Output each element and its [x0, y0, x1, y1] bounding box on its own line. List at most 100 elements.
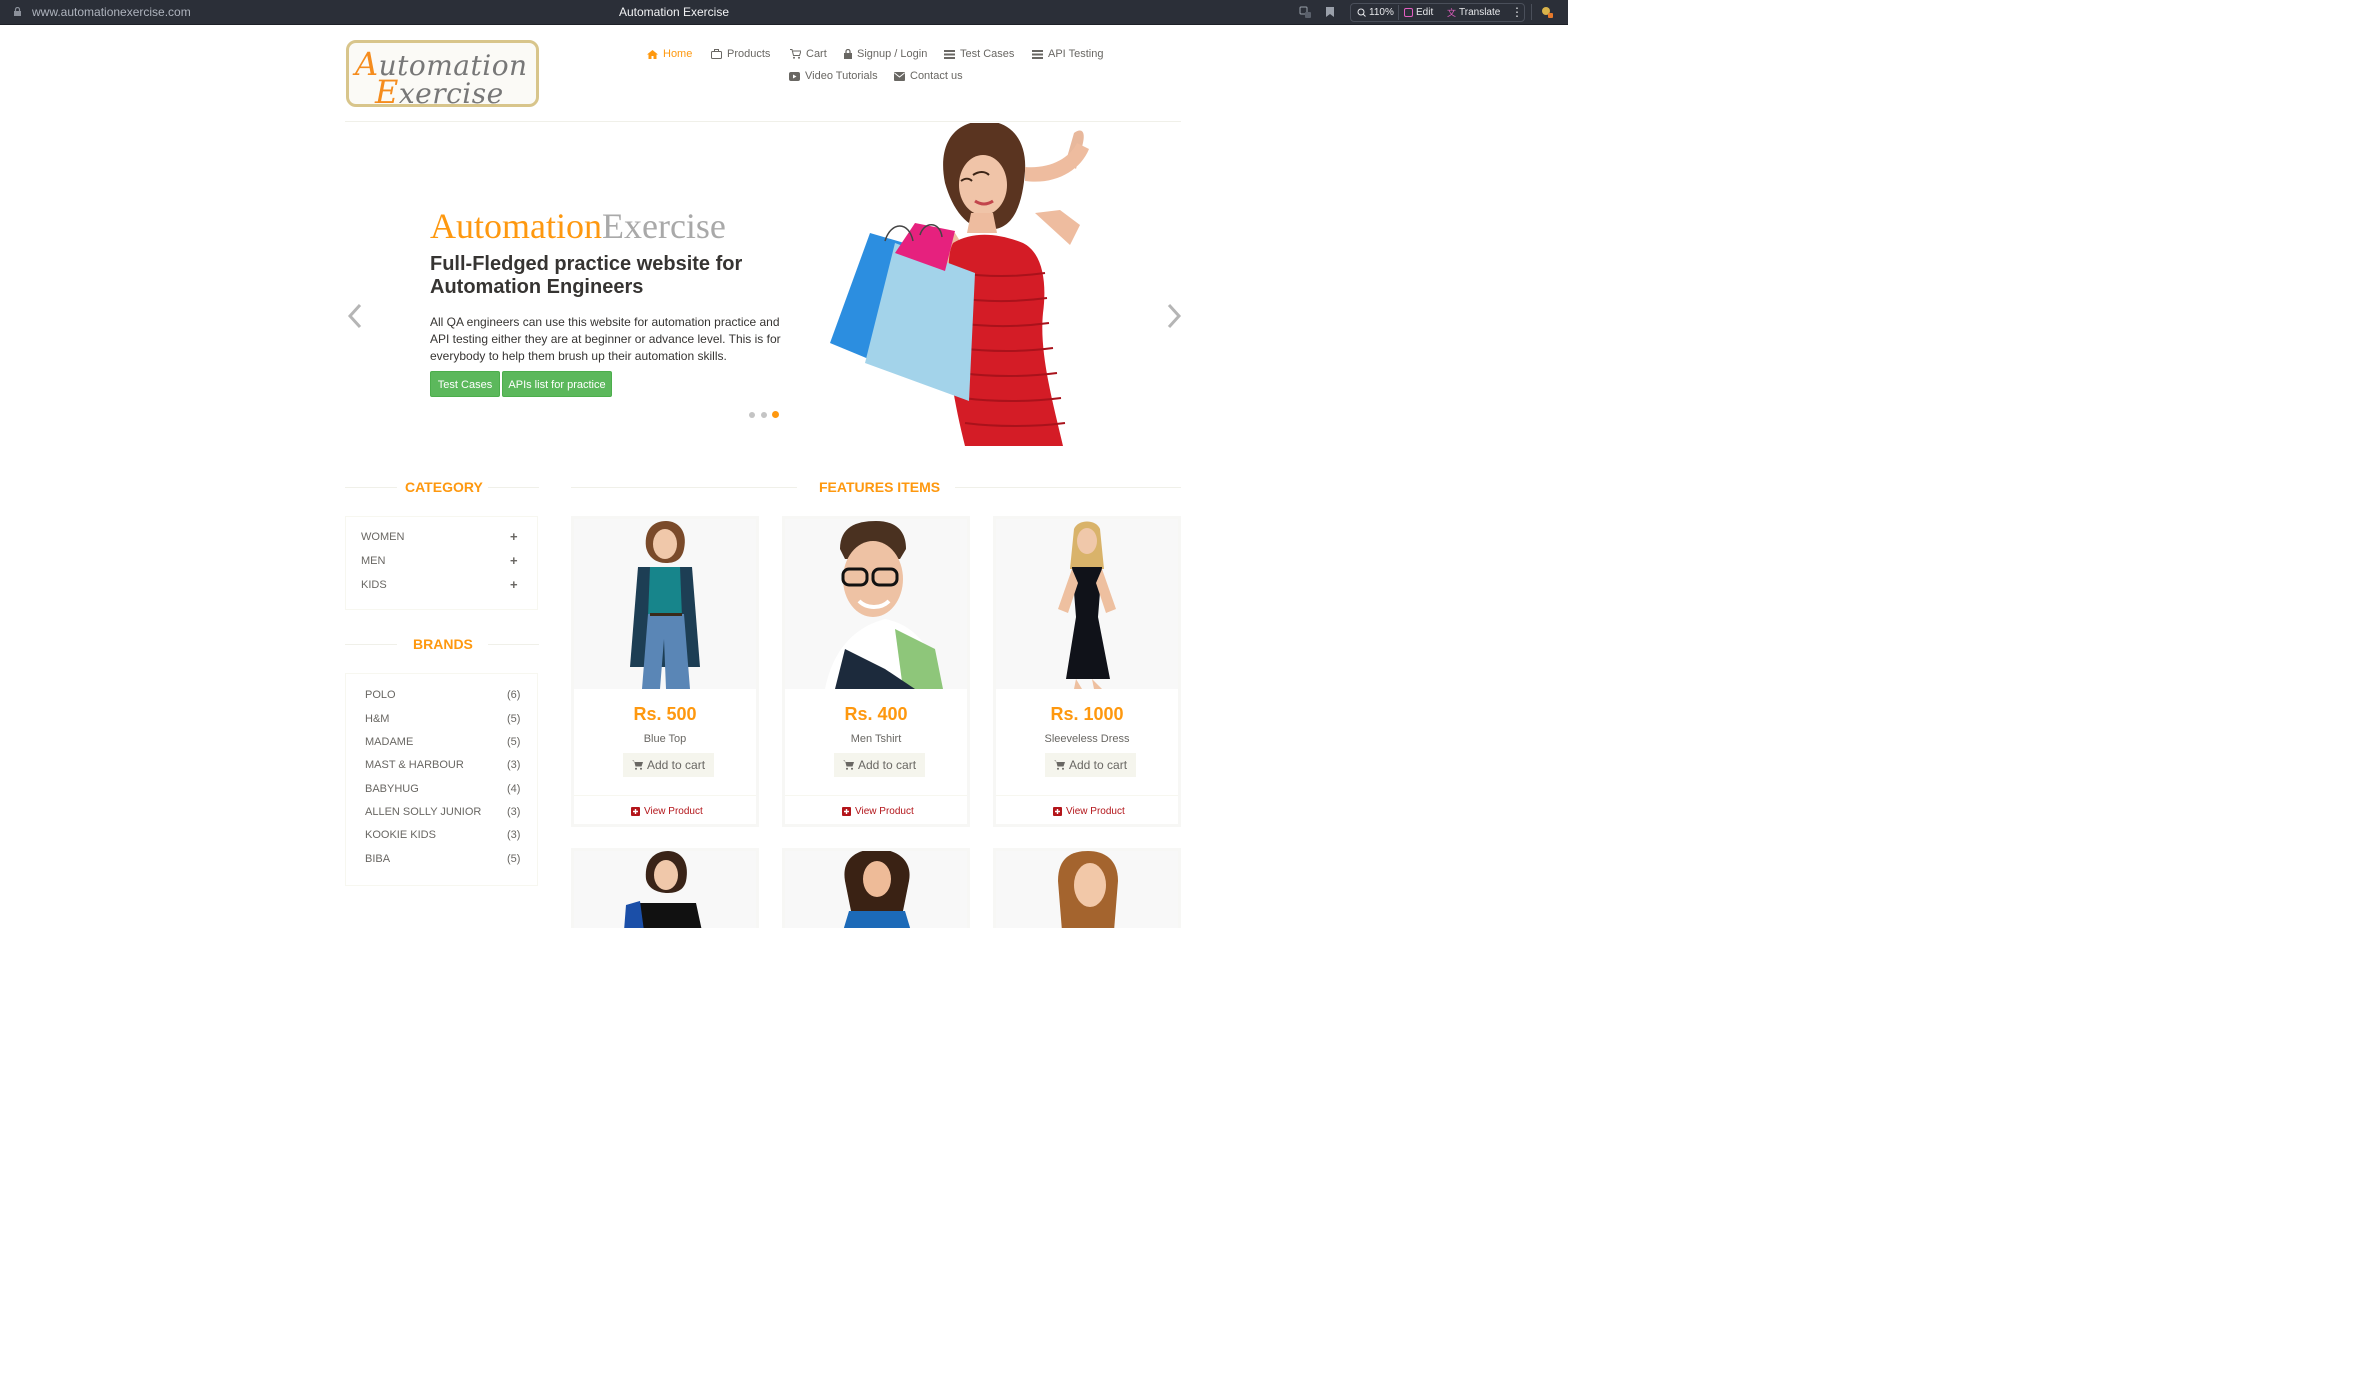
category-men[interactable]: MEN: [361, 555, 385, 567]
svg-text:文: 文: [1447, 8, 1456, 17]
add-to-cart-button[interactable]: Add to cart: [1045, 753, 1137, 777]
view-product-label: View Product: [855, 806, 914, 817]
product-card: Rs. 1000 Sleeveless Dress Add to cart Vi…: [993, 516, 1181, 827]
profile-icon[interactable]: [1541, 6, 1553, 18]
product-price: Rs. 1000: [1050, 704, 1124, 724]
brand-item[interactable]: MADAME: [365, 736, 413, 748]
apis-list-button[interactable]: APIs list for practice: [502, 371, 612, 397]
product-image: [785, 519, 967, 689]
add-to-cart-label: Add to cart: [647, 758, 706, 772]
nav-test-cases[interactable]: Test Cases: [944, 48, 1014, 60]
view-product-link[interactable]: View Product: [631, 806, 703, 817]
toolbar-pill: 110% Edit 文 Translate ⋮: [1350, 3, 1525, 22]
slider-indicator-3-active[interactable]: [772, 411, 779, 418]
product-name: Sleeveless Dress: [1044, 733, 1130, 745]
slider-title: AutomationExercise: [430, 205, 726, 247]
view-product-link[interactable]: View Product: [842, 806, 914, 817]
nav-home-label: Home: [663, 48, 693, 60]
hero-model-image: [830, 123, 1089, 446]
slider-next-arrow-icon[interactable]: [1166, 303, 1182, 329]
category-kids[interactable]: KIDS: [361, 579, 387, 591]
brand-item[interactable]: H&M: [365, 713, 389, 725]
product-card: [571, 848, 759, 928]
site-logo[interactable]: Automation Exercise: [346, 40, 539, 111]
slider-indicator-1[interactable]: [749, 412, 755, 418]
logo-text: Exercise: [375, 73, 504, 111]
brand-item[interactable]: KOOKIE KIDS: [365, 829, 436, 841]
product-price: Rs. 500: [633, 704, 697, 724]
nav-test-cases-label: Test Cases: [960, 48, 1015, 60]
divider: [1398, 5, 1399, 20]
edit-button[interactable]: Edit: [1416, 7, 1433, 18]
brand-item[interactable]: POLO: [365, 689, 396, 701]
brand-item[interactable]: ALLEN SOLLY JUNIOR: [365, 806, 481, 818]
brand-count: (5): [507, 713, 521, 725]
brand-item[interactable]: MAST & HARBOUR: [365, 759, 464, 771]
nav-cart-label: Cart: [806, 48, 827, 60]
envelope-icon: [894, 71, 905, 81]
plus-square-icon: [1053, 807, 1062, 816]
product-footer: View Product: [574, 795, 756, 827]
window-title: Automation Exercise: [618, 5, 730, 19]
list-icon: [944, 49, 955, 59]
category-line-right: [488, 487, 539, 488]
product-card: [993, 848, 1181, 928]
bookmark-icon[interactable]: [1324, 6, 1336, 18]
expand-plus-icon[interactable]: +: [510, 553, 518, 568]
brands-title: BRANDS: [413, 636, 473, 652]
edit-icon: [1404, 8, 1413, 17]
product-image: [996, 851, 1178, 928]
slider-indicator-2[interactable]: [761, 412, 767, 418]
brand-item[interactable]: BIBA: [365, 853, 390, 865]
translate-icon: 文: [1447, 8, 1456, 17]
brands-line-right: [488, 644, 539, 645]
nav-api-testing-label: API Testing: [1048, 48, 1104, 60]
nav-home[interactable]: Home: [647, 48, 692, 60]
nav-video-tutorials[interactable]: Video Tutorials: [789, 70, 878, 82]
view-product-link[interactable]: View Product: [1053, 806, 1125, 817]
view-product-label: View Product: [644, 806, 703, 817]
nav-contact-us[interactable]: Contact us: [894, 70, 963, 82]
plus-square-icon: [842, 807, 851, 816]
brand-count: (3): [507, 759, 521, 771]
product-image: [574, 851, 756, 928]
slider-subtitle: Full-Fledged practice website for Automa…: [430, 253, 743, 298]
nav-cart[interactable]: Cart: [790, 48, 827, 60]
category-title: CATEGORY: [405, 479, 483, 495]
product-image: [996, 519, 1178, 689]
extension-icon[interactable]: [1299, 6, 1311, 18]
test-cases-button[interactable]: Test Cases: [430, 371, 500, 397]
nav-signup-label: Signup / Login: [857, 48, 928, 60]
slider-title-b: Exercise: [601, 206, 726, 246]
category-women[interactable]: WOMEN: [361, 531, 404, 543]
expand-plus-icon[interactable]: +: [510, 529, 518, 544]
more-icon[interactable]: ⋮: [1511, 5, 1523, 19]
product-card: Rs. 500 Blue Top Add to cart View Produc…: [571, 516, 759, 827]
expand-plus-icon[interactable]: +: [510, 577, 518, 592]
product-footer: View Product: [996, 795, 1178, 827]
slider-prev-arrow-icon[interactable]: [347, 303, 363, 329]
nav-api-testing[interactable]: API Testing: [1032, 48, 1103, 60]
translate-button[interactable]: Translate: [1459, 7, 1500, 18]
brand-item[interactable]: BABYHUG: [365, 783, 419, 795]
slider-description: All QA engineers can use this website fo…: [430, 315, 781, 363]
product-footer: View Product: [785, 795, 967, 827]
lock-icon: [844, 49, 852, 59]
cart-icon: [843, 760, 854, 770]
nav-products[interactable]: Products: [711, 48, 770, 60]
brand-count: (5): [507, 736, 521, 748]
list-icon: [1032, 49, 1043, 59]
add-to-cart-button[interactable]: Add to cart: [623, 753, 715, 777]
nav-signup-login[interactable]: Signup / Login: [844, 48, 927, 60]
features-line-right: [955, 487, 1181, 488]
cart-icon: [632, 760, 643, 770]
brand-count: (3): [507, 829, 521, 841]
product-name: Men Tshirt: [850, 733, 902, 745]
add-to-cart-button[interactable]: Add to cart: [834, 753, 926, 777]
features-title: FEATURES ITEMS: [819, 479, 941, 495]
plus-square-icon: [631, 807, 640, 816]
zoom-level[interactable]: 110%: [1369, 7, 1394, 18]
browser-toolbar: www.automationexercise.com Automation Ex…: [0, 0, 1568, 25]
briefcase-icon: [711, 49, 722, 59]
add-to-cart-label: Add to cart: [1069, 758, 1128, 772]
